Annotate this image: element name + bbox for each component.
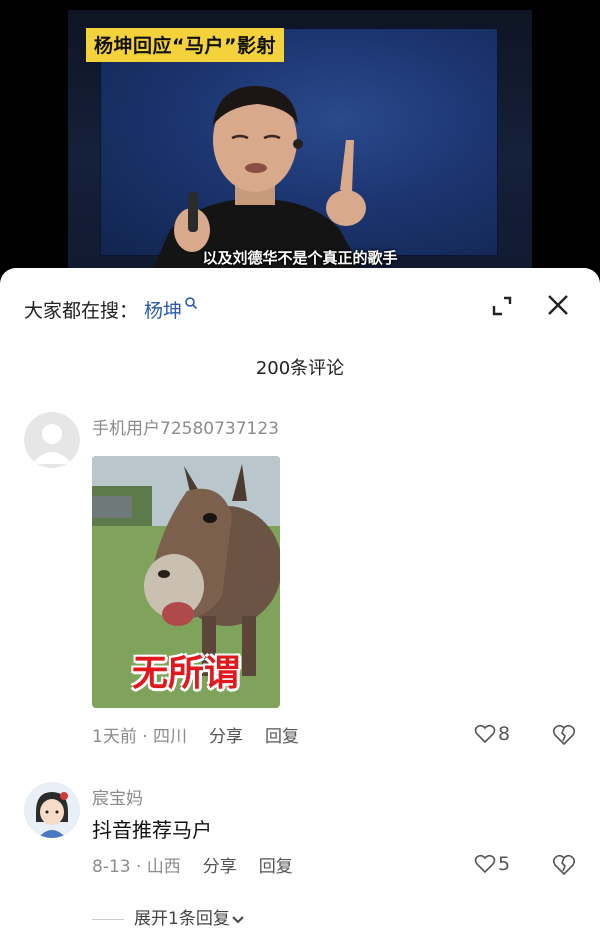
- meme-caption: 无所谓: [131, 653, 240, 694]
- video-title-banner: 杨坤回应“马户”影射: [86, 28, 284, 62]
- heart-icon: [474, 854, 496, 874]
- video-subtitle: 以及刘德华不是个真正的歌手: [202, 249, 398, 267]
- video-player[interactable]: 杨坤回应“马户”影射 以及刘德华不是个真正的歌手: [0, 0, 600, 275]
- cartoon-girl-avatar: [24, 782, 80, 838]
- like-button[interactable]: 8: [474, 723, 510, 745]
- username[interactable]: 手机用户72580737123: [92, 414, 279, 439]
- chevron-down-icon: [232, 916, 244, 924]
- expand-replies-button[interactable]: 展开1条回复: [92, 904, 246, 929]
- reply-button[interactable]: 回复: [259, 857, 293, 877]
- comment-meta: 1天前 · 四川 分享 回复: [92, 722, 299, 747]
- expand-icon[interactable]: [490, 294, 514, 318]
- comment-text: 抖音推荐马户: [92, 818, 212, 842]
- avatar[interactable]: [24, 782, 80, 838]
- heart-icon: [474, 724, 496, 744]
- comment-time-location: 8-13 · 山西: [92, 857, 181, 877]
- comment-sheet: 大家都在搜： 杨坤 200条评论 手机用户72580737123 无所谓 1天前…: [0, 268, 600, 933]
- close-icon[interactable]: [545, 292, 571, 318]
- username[interactable]: 宸宝妈: [92, 784, 143, 809]
- like-count: 8: [498, 723, 511, 745]
- like-count: 5: [498, 853, 511, 875]
- broken-heart-icon[interactable]: [552, 854, 576, 876]
- trending-search-row[interactable]: 大家都在搜： 杨坤: [24, 296, 198, 323]
- reply-button[interactable]: 回复: [265, 727, 299, 747]
- share-button[interactable]: 分享: [209, 727, 243, 747]
- meme-image[interactable]: 无所谓: [92, 456, 280, 708]
- comment-time-location: 1天前 · 四川: [92, 727, 188, 747]
- comment-meta: 8-13 · 山西 分享 回复: [92, 852, 293, 877]
- divider-line: [92, 918, 124, 920]
- comments-count: 200条评论: [255, 358, 345, 379]
- default-avatar-icon: [32, 424, 72, 464]
- share-button[interactable]: 分享: [203, 857, 237, 877]
- trending-search-term[interactable]: 杨坤: [144, 300, 182, 322]
- search-icon: [185, 297, 198, 310]
- broken-heart-icon[interactable]: [552, 724, 576, 746]
- trending-search-prefix: 大家都在搜：: [24, 300, 139, 322]
- like-button[interactable]: 5: [474, 853, 510, 875]
- avatar[interactable]: [24, 412, 80, 468]
- singer-figure: [150, 85, 366, 275]
- expand-replies-label: 展开1条回复: [134, 909, 230, 929]
